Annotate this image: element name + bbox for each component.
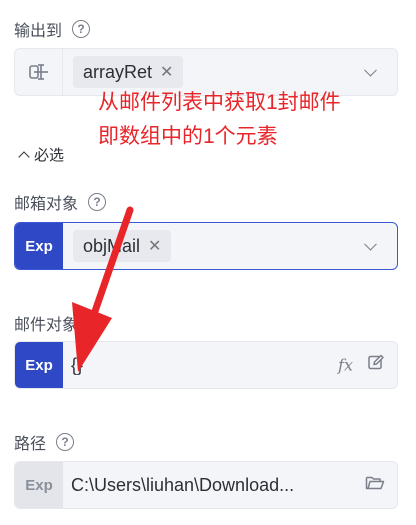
mail-object-value[interactable]: {} [71, 355, 83, 376]
close-icon[interactable]: ✕ [148, 236, 161, 256]
mailbox-label-row: 邮箱对象 ? [14, 190, 107, 214]
path-field[interactable]: Exp C:\Users\liuhan\Download... [14, 461, 398, 509]
close-icon[interactable]: ✕ [160, 62, 173, 82]
field-actions: fx [338, 354, 385, 377]
help-circle-icon[interactable]: ? [72, 20, 91, 38]
path-label-row: 路径 ? [14, 430, 75, 454]
path-label: 路径 [14, 436, 47, 453]
edit-icon[interactable] [367, 354, 385, 377]
mailbox-tag[interactable]: objMail ✕ [73, 230, 172, 262]
exp-toggle-button[interactable]: Exp [15, 223, 63, 269]
help-circle-icon[interactable]: ? [88, 314, 107, 332]
exp-toggle-button[interactable]: Exp [15, 342, 63, 388]
field-actions [365, 474, 385, 497]
chevron-up-icon [18, 150, 30, 163]
mail-object-label: 邮件对象 [14, 317, 79, 334]
fx-icon[interactable]: fx [338, 356, 353, 375]
annotation-line-2: 即数组中的1个元素 [98, 125, 278, 148]
folder-icon[interactable] [365, 474, 385, 497]
exp-toggle-button[interactable]: Exp [15, 462, 63, 508]
chevron-down-icon[interactable] [364, 237, 377, 251]
mailbox-tag-label: objMail [83, 235, 141, 256]
output-label: 输出到 [14, 23, 63, 40]
chevron-down-icon[interactable] [364, 63, 377, 77]
help-circle-icon[interactable]: ? [88, 193, 107, 211]
mailbox-label: 邮箱对象 [14, 196, 79, 213]
annotation-line-1: 从邮件列表中获取1封邮件 [98, 91, 341, 114]
path-value[interactable]: C:\Users\liuhan\Download... [71, 475, 351, 496]
help-circle-icon[interactable]: ? [56, 433, 75, 451]
required-label: 必选 [34, 147, 65, 164]
required-section-toggle[interactable]: 必选 [18, 144, 65, 165]
output-tag-label: arrayRet [83, 61, 153, 82]
variable-icon[interactable] [15, 49, 63, 95]
mail-object-field[interactable]: Exp {} fx [14, 341, 398, 389]
output-tag[interactable]: arrayRet ✕ [73, 56, 184, 88]
mail-object-label-row: 邮件对象 ? [14, 311, 107, 335]
mailbox-field[interactable]: Exp objMail ✕ [14, 222, 398, 270]
output-label-row: 输出到 ? [14, 17, 91, 41]
